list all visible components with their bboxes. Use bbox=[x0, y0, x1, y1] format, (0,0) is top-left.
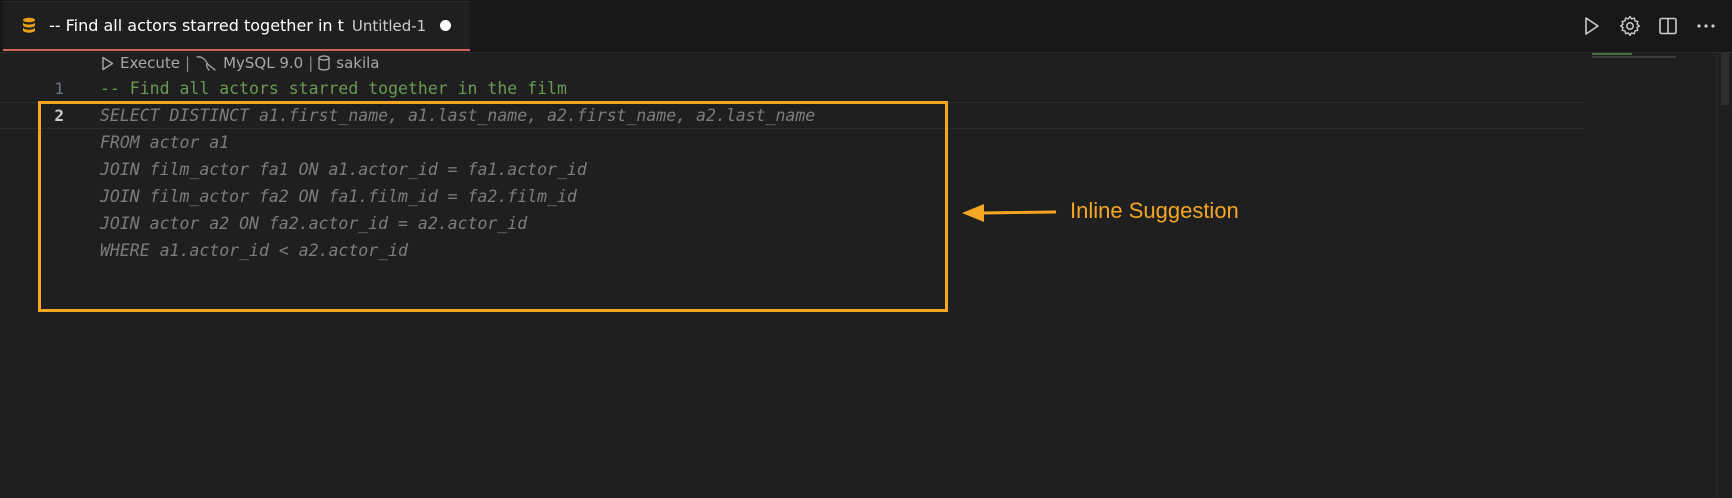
codelens-bar: Execute | MySQL 9.0 | sakila bbox=[101, 53, 380, 73]
run-icon[interactable] bbox=[1580, 14, 1604, 38]
database-outline-icon bbox=[318, 55, 330, 71]
code-line[interactable]: 1 -- Find all actors starred together in… bbox=[0, 75, 1590, 102]
tab-bar: -- Find all actors starred together in t… bbox=[0, 0, 1732, 53]
line-number: 1 bbox=[54, 79, 64, 98]
minimap[interactable] bbox=[1592, 53, 1676, 59]
codelens-separator: | bbox=[185, 54, 191, 72]
execute-link[interactable]: Execute bbox=[120, 54, 180, 72]
mysql-dolphin-icon bbox=[196, 56, 216, 71]
more-actions-icon[interactable] bbox=[1694, 14, 1718, 38]
scrollbar-thumb[interactable] bbox=[1721, 53, 1729, 105]
tab-file-name: Untitled-1 bbox=[351, 16, 427, 35]
editor-toolbar bbox=[1580, 14, 1718, 38]
annotation-highlight-box bbox=[38, 101, 948, 312]
annotation-label: Inline Suggestion bbox=[1070, 198, 1239, 223]
code-comment: -- Find all actors starred together in t… bbox=[100, 79, 567, 98]
database-icon bbox=[20, 17, 38, 35]
connection-link[interactable]: MySQL 9.0 bbox=[223, 54, 303, 72]
unsaved-dot-icon[interactable] bbox=[440, 20, 452, 31]
settings-icon[interactable] bbox=[1618, 14, 1642, 38]
tab-title: -- Find all actors starred together in t bbox=[49, 16, 344, 35]
editor-tab[interactable]: -- Find all actors starred together in t… bbox=[3, 1, 470, 51]
database-link[interactable]: sakila bbox=[336, 54, 379, 72]
editor-window: -- Find all actors starred together in t… bbox=[0, 0, 1732, 498]
execute-icon bbox=[102, 56, 114, 70]
annotation-arrow-icon bbox=[962, 204, 1057, 222]
vertical-scrollbar[interactable] bbox=[1717, 53, 1732, 498]
split-editor-icon[interactable] bbox=[1656, 14, 1680, 38]
codelens-separator: | bbox=[308, 54, 314, 72]
